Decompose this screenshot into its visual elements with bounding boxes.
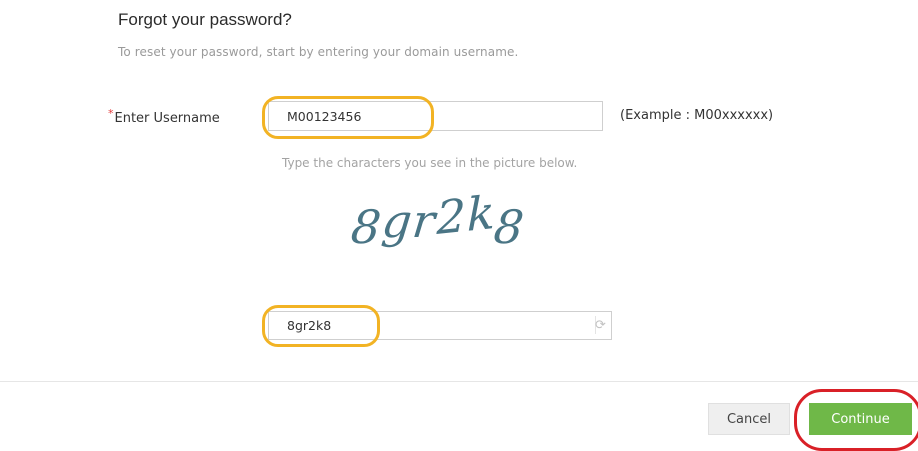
username-label-text: Enter Username [114,111,220,126]
page-title: Forgot your password? [118,10,292,29]
required-marker: * [108,107,114,120]
username-example: (Example : M00xxxxxx) [620,108,774,123]
footer-divider [0,381,918,382]
username-input[interactable] [268,101,603,131]
page-subtitle: To reset your password, start by enterin… [118,45,519,59]
username-label: *Enter Username [108,107,220,126]
captcha-image: 8gr2k8 [348,185,528,254]
continue-button[interactable]: Continue [809,403,912,435]
refresh-icon[interactable]: ⟳ [595,318,606,333]
captcha-input[interactable] [268,311,612,340]
captcha-hint: Type the characters you see in the pictu… [282,156,578,170]
cancel-button[interactable]: Cancel [708,403,790,435]
